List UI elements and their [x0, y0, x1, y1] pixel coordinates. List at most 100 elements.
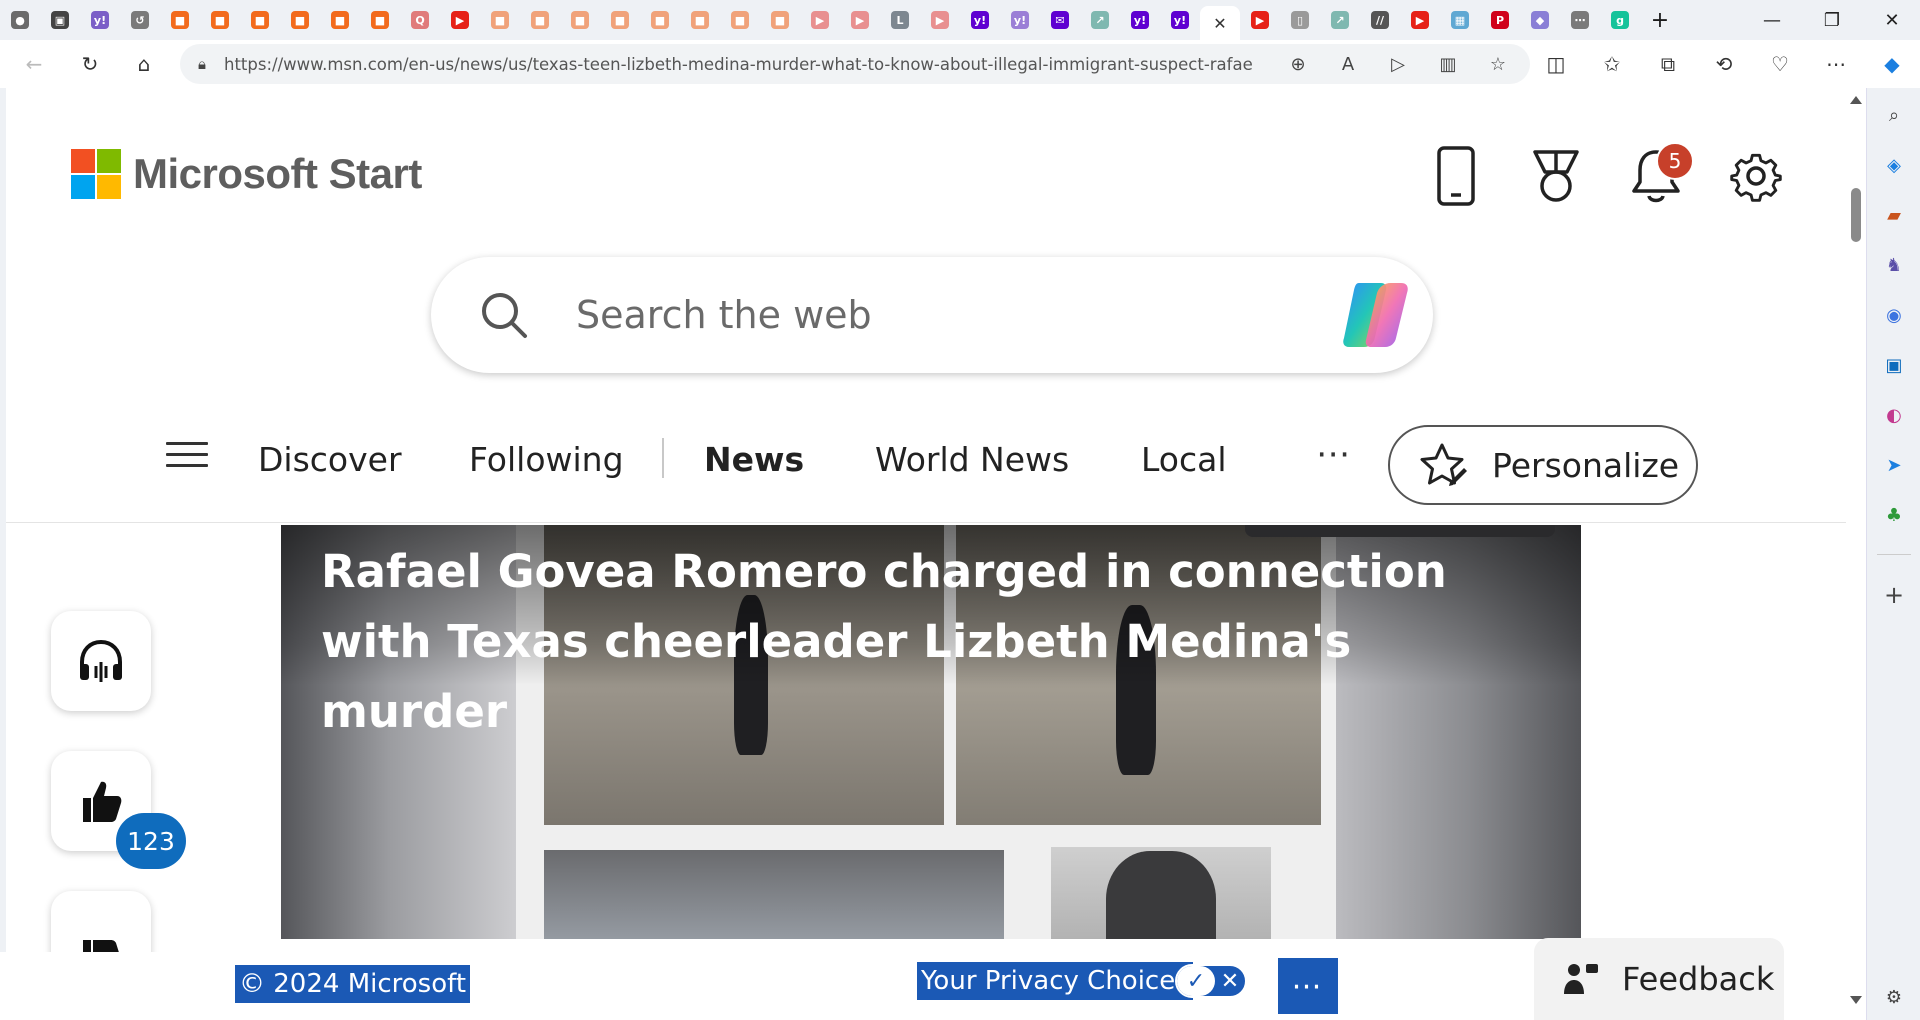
footer-more-button[interactable]: ⋯ — [1278, 958, 1338, 1014]
settings-button[interactable] — [1706, 140, 1806, 212]
copilot-icon[interactable] — [1337, 277, 1413, 353]
yahoo-tab-icon[interactable]: y! — [1000, 0, 1040, 40]
telegram-icon[interactable]: ➤ — [1877, 448, 1911, 482]
copyright-text[interactable]: © 2024 Microsoft — [235, 965, 471, 1003]
sidebar-settings-icon[interactable]: ⚙ — [1877, 980, 1911, 1014]
collections-icon[interactable]: ⧉ — [1640, 52, 1696, 76]
settings-more-icon[interactable]: ⋯ — [1808, 52, 1864, 76]
yahoo-mail-tab-icon[interactable]: ✉ — [1040, 0, 1080, 40]
back-icon[interactable]: ← — [14, 44, 54, 84]
shopping-tag-icon[interactable]: ◈ — [1877, 148, 1911, 182]
bookmark-tab-icon[interactable]: ■ — [200, 0, 240, 40]
bookmark-tab-icon[interactable]: ■ — [320, 0, 360, 40]
nav-news[interactable]: News — [704, 440, 804, 479]
nav-discover[interactable]: Discover — [258, 440, 402, 479]
scroll-up-icon[interactable] — [1850, 96, 1862, 104]
youtube-tab-icon[interactable]: ▶ — [800, 0, 840, 40]
favorite-star-icon[interactable]: ☆ — [1476, 54, 1520, 75]
article-headline[interactable]: Rafael Govea Romero charged in connectio… — [321, 537, 1521, 747]
bookmark-tab-icon[interactable]: ■ — [600, 0, 640, 40]
zoom-icon[interactable]: ⊕ — [1276, 54, 1320, 75]
new-tab-icon[interactable]: + — [1640, 0, 1680, 40]
youtube-tab-icon[interactable]: ▶ — [440, 0, 480, 40]
rewards-button[interactable] — [1506, 140, 1606, 212]
yahoo-tab-icon[interactable]: y! — [960, 0, 1000, 40]
page-scrollbar[interactable] — [1846, 88, 1866, 1020]
youtube-tab-icon[interactable]: ▶ — [920, 0, 960, 40]
nav-world-news[interactable]: World News — [875, 440, 1069, 479]
personalize-button[interactable]: Personalize — [1388, 425, 1698, 505]
web-search-box[interactable] — [431, 257, 1433, 373]
bookmark-tab-icon[interactable]: ■ — [760, 0, 800, 40]
youtube-tab-icon[interactable]: ▶ — [840, 0, 880, 40]
yahoo-tab-icon[interactable]: y! — [1160, 0, 1200, 40]
bookmark-tab-icon[interactable]: ■ — [680, 0, 720, 40]
home-icon[interactable]: ⌂ — [124, 44, 164, 84]
bookmark-tab-icon[interactable]: ■ — [280, 0, 320, 40]
bookmark-tab-icon[interactable]: ■ — [720, 0, 760, 40]
slash-tab-icon[interactable]: // — [1360, 0, 1400, 40]
arrow-tab-icon[interactable]: ↗ — [1320, 0, 1360, 40]
microsoft-365-icon[interactable]: ◉ — [1877, 298, 1911, 332]
microsoft-start-logo[interactable]: Microsoft Start — [71, 149, 422, 199]
immersive-reader-icon[interactable]: ▥ — [1426, 54, 1470, 75]
copilot-sidebar-icon[interactable]: ◆ — [1864, 52, 1920, 76]
nav-local[interactable]: Local — [1141, 440, 1227, 479]
shield-tab-icon[interactable]: ◆ — [1520, 0, 1560, 40]
outlook-icon[interactable]: ▣ — [1877, 348, 1911, 382]
minimize-icon[interactable]: — — [1742, 0, 1802, 40]
sidebar-search-icon[interactable]: ⌕ — [1877, 98, 1911, 132]
split-screen-icon[interactable]: ◫ — [1528, 52, 1584, 76]
search-icon[interactable] — [431, 290, 576, 340]
feedback-button[interactable]: Feedback — [1534, 938, 1784, 1020]
youtube-tab-icon[interactable]: ▶ — [1240, 0, 1280, 40]
tab-actions-icon[interactable]: ▣ — [40, 0, 80, 40]
scroll-thumb[interactable] — [1851, 188, 1861, 242]
bookmark-tab-icon[interactable]: ■ — [640, 0, 680, 40]
url-text[interactable]: https://www.msn.com/en-us/news/us/texas-… — [224, 55, 1254, 74]
tree-icon[interactable]: ♣ — [1877, 498, 1911, 532]
grammarly-tab-icon[interactable]: g — [1600, 0, 1640, 40]
notifications-button[interactable]: 5 — [1606, 140, 1706, 212]
refresh-icon[interactable]: ↻ — [70, 44, 110, 84]
restore-icon[interactable]: ❐ — [1802, 0, 1862, 40]
yahoo-tab-icon[interactable]: y! — [1120, 0, 1160, 40]
listen-button[interactable] — [51, 611, 151, 711]
favorites-icon[interactable]: ✩ — [1584, 52, 1640, 76]
games-icon[interactable]: ♞ — [1877, 248, 1911, 282]
yahoo-tab-icon[interactable]: y! — [80, 0, 120, 40]
search-input[interactable] — [576, 293, 1296, 337]
pinterest-tab-icon[interactable]: P — [1480, 0, 1520, 40]
image-tab-icon[interactable]: ▦ — [1440, 0, 1480, 40]
hero-image[interactable]: Rafael Govea Romero charged in connectio… — [281, 525, 1581, 939]
dots-tab-icon[interactable]: ⋯ — [1560, 0, 1600, 40]
bookmark-tab-icon[interactable]: ■ — [160, 0, 200, 40]
tools-icon[interactable]: ▰ — [1877, 198, 1911, 232]
bookmark-tab-icon[interactable]: ■ — [560, 0, 600, 40]
mobile-app-button[interactable] — [1406, 140, 1506, 212]
youtube-tab-icon[interactable]: ▶ — [1400, 0, 1440, 40]
bookmark-tab-icon[interactable]: ■ — [520, 0, 560, 40]
profile-icon[interactable]: ● — [0, 0, 40, 40]
nav-following[interactable]: Following — [469, 440, 624, 479]
bookmark-tab-icon[interactable]: ■ — [240, 0, 280, 40]
bookmark-tab-icon[interactable]: ■ — [360, 0, 400, 40]
active-tab-close-icon[interactable]: ✕ — [1200, 6, 1240, 40]
close-window-icon[interactable]: ✕ — [1862, 0, 1920, 40]
page-tab-icon[interactable]: ▯ — [1280, 0, 1320, 40]
add-icon[interactable]: + — [1877, 578, 1911, 612]
bookmark-tab-icon[interactable]: ■ — [480, 0, 520, 40]
arrow-tab-icon[interactable]: ↗ — [1080, 0, 1120, 40]
address-bar[interactable]: 🔒︎ https://www.msn.com/en-us/news/us/tex… — [180, 44, 1530, 84]
menu-icon[interactable] — [166, 442, 208, 475]
media-icon[interactable]: ▷ — [1376, 54, 1420, 75]
search-tab-icon[interactable]: Q — [400, 0, 440, 40]
lock-icon[interactable]: 🔒︎ — [180, 55, 224, 73]
read-aloud-icon[interactable]: A — [1326, 54, 1370, 75]
more-icon[interactable]: ⋯ — [1316, 434, 1353, 474]
designer-icon[interactable]: ◐ — [1877, 398, 1911, 432]
scroll-down-icon[interactable] — [1850, 996, 1862, 1004]
privacy-toggle-icon[interactable]: ✓ ✕ — [1175, 964, 1247, 998]
privacy-choices-link[interactable]: Your Privacy Choices — [917, 962, 1193, 1000]
browser-essentials-icon[interactable]: ♡ — [1752, 52, 1808, 76]
